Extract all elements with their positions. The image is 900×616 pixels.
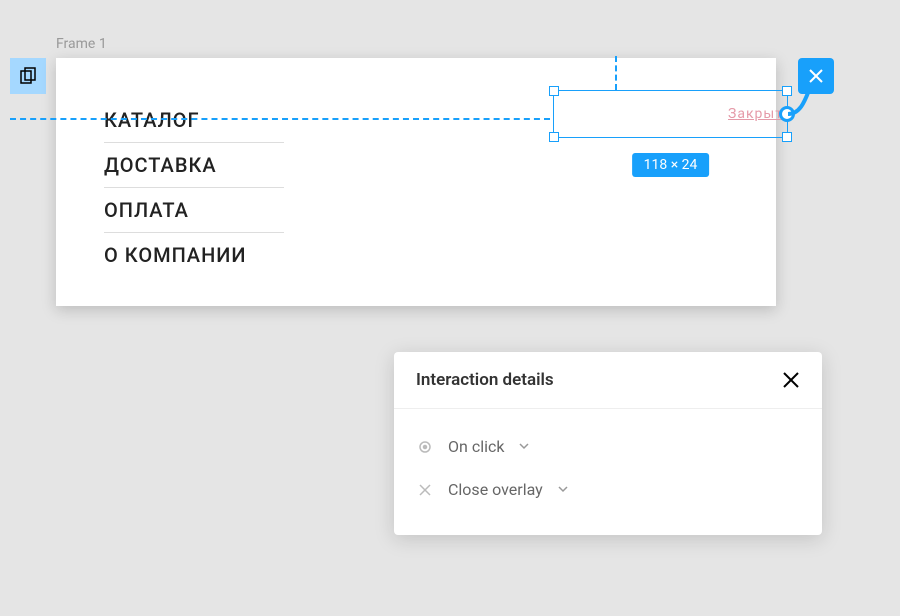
- resize-handle[interactable]: [549, 132, 559, 142]
- close-icon: [808, 68, 824, 84]
- chevron-down-icon: [518, 437, 530, 456]
- trigger-label: On click: [448, 437, 504, 456]
- panel-close-button[interactable]: [782, 371, 800, 389]
- resize-handle[interactable]: [782, 132, 792, 142]
- menu-list: КАТАЛОГ ДОСТАВКА ОПЛАТА О КОМПАНИИ: [104, 98, 284, 277]
- resize-handle[interactable]: [549, 86, 559, 96]
- frame-icon: [19, 67, 37, 85]
- frame-type-icon[interactable]: [10, 58, 46, 94]
- close-icon: [782, 371, 800, 389]
- selection-box[interactable]: Закрыт 118 × 24: [553, 90, 788, 138]
- trigger-icon: [416, 440, 434, 454]
- selected-text-element[interactable]: Закрыт: [728, 106, 783, 122]
- alignment-guide-vertical: [615, 56, 617, 90]
- action-icon: [416, 483, 434, 497]
- panel-title: Interaction details: [416, 370, 554, 390]
- menu-item[interactable]: КАТАЛОГ: [104, 98, 284, 143]
- menu-item[interactable]: ДОСТАВКА: [104, 143, 284, 188]
- dimensions-pill: 118 × 24: [632, 153, 710, 177]
- menu-item[interactable]: ОПЛАТА: [104, 188, 284, 233]
- chevron-down-icon: [557, 480, 569, 499]
- prototype-target-close[interactable]: [798, 58, 834, 94]
- prototype-connector-node[interactable]: [779, 106, 795, 122]
- frame-label[interactable]: Frame 1: [56, 36, 107, 52]
- alignment-guide-horizontal: [10, 118, 550, 120]
- interaction-details-panel: Interaction details On click Close overl…: [394, 352, 822, 535]
- resize-handle[interactable]: [782, 86, 792, 96]
- menu-item[interactable]: О КОМПАНИИ: [104, 233, 284, 277]
- action-dropdown[interactable]: Close overlay: [416, 468, 800, 511]
- trigger-dropdown[interactable]: On click: [416, 425, 800, 468]
- panel-header: Interaction details: [394, 352, 822, 409]
- panel-body: On click Close overlay: [394, 409, 822, 535]
- action-label: Close overlay: [448, 480, 543, 499]
